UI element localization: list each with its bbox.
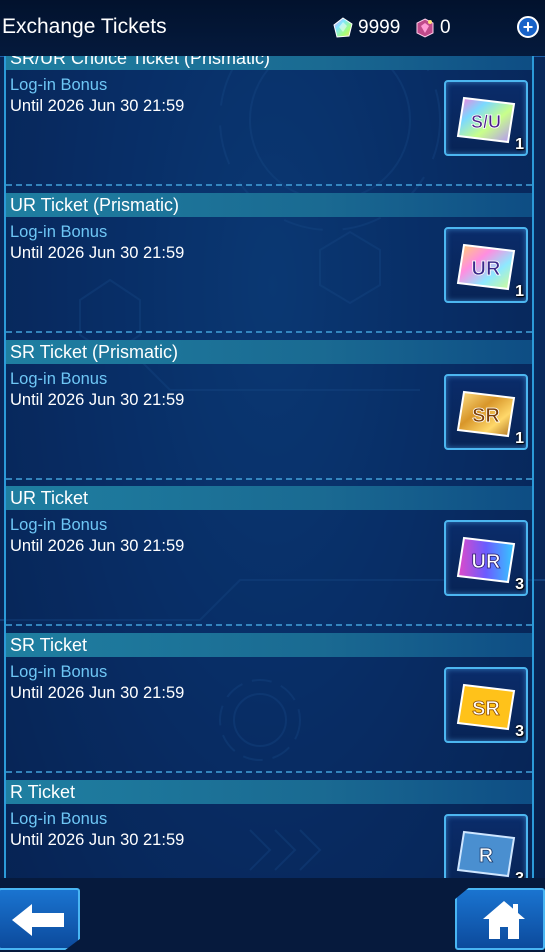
item-source: Log-in Bonus — [10, 663, 108, 682]
item-title: SR Ticket (Prismatic) — [6, 339, 532, 364]
ticket-icon-label: UR — [472, 258, 501, 280]
divider — [6, 330, 532, 333]
item-expiry: Until 2026 Jun 30 21:59 — [10, 243, 185, 262]
rainbow-gem-icon — [333, 17, 353, 38]
list-item[interactable]: SR/UR Choice Ticket (Prismatic) Log-in B… — [6, 56, 532, 193]
gem-balance: 9999 — [332, 17, 400, 39]
list-item[interactable]: UR Ticket (Prismatic) Log-in Bonus Until… — [6, 192, 532, 340]
ticket-icon-label: S/U — [471, 112, 501, 132]
top-bar: Exchange Tickets 9999 0 + — [0, 0, 545, 57]
item-expiry: Until 2026 Jun 30 21:59 — [10, 830, 185, 849]
item-title: SR Ticket — [6, 633, 532, 658]
ticket-quantity: 1 — [515, 136, 524, 153]
home-icon — [483, 901, 525, 939]
item-source: Log-in Bonus — [10, 369, 108, 388]
ticket-count: 0 — [440, 17, 451, 38]
ticket-list-panel[interactable]: SR/UR Choice Ticket (Prismatic) Log-in B… — [4, 56, 534, 878]
plus-icon: + — [522, 17, 534, 37]
ur-ticket-icon: UR — [456, 537, 516, 584]
ticket-quantity: 3 — [515, 723, 524, 741]
ticket-slot[interactable]: S/U 1 — [444, 80, 528, 156]
ticket-quantity: 3 — [515, 870, 524, 878]
item-source: Log-in Bonus — [10, 809, 108, 828]
divider — [6, 477, 532, 480]
ticket-slot[interactable]: UR 1 — [444, 226, 528, 303]
ur-prismatic-ticket-icon: UR — [456, 243, 516, 290]
add-currency-button[interactable]: + — [517, 16, 539, 38]
ticket-quantity: 1 — [515, 282, 524, 300]
list-item[interactable]: UR Ticket Log-in Bonus Until 2026 Jun 30… — [6, 486, 532, 633]
ticket-list: SR/UR Choice Ticket (Prismatic) Log-in B… — [6, 56, 532, 878]
item-expiry: Until 2026 Jun 30 21:59 — [10, 537, 185, 556]
item-source: Log-in Bonus — [10, 76, 108, 94]
sr-ticket-icon: SR — [456, 684, 516, 731]
ticket-icon-label: R — [479, 845, 494, 867]
gem-count: 9999 — [358, 17, 401, 38]
ticket-slot[interactable]: SR 1 — [444, 373, 528, 450]
ticket-quantity: 3 — [515, 576, 524, 594]
item-title: SR/UR Choice Ticket (Prismatic) — [6, 56, 532, 70]
item-expiry: Until 2026 Jun 30 21:59 — [10, 97, 185, 115]
ticket-icon-label: SR — [472, 698, 500, 720]
item-source: Log-in Bonus — [10, 222, 108, 241]
ticket-icon-label: UR — [472, 551, 501, 573]
ticket-slot[interactable]: SR 3 — [444, 667, 528, 744]
item-expiry: Until 2026 Jun 30 21:59 — [10, 684, 185, 703]
ticket-slot[interactable]: R 3 — [444, 813, 528, 878]
item-title: UR Ticket (Prismatic) — [6, 192, 532, 217]
list-item[interactable]: R Ticket Log-in Bonus Until 2026 Jun 30 … — [6, 779, 532, 878]
home-button[interactable] — [455, 888, 545, 950]
divider — [6, 624, 532, 627]
item-source: Log-in Bonus — [10, 516, 108, 535]
page-title: Exchange Tickets — [2, 15, 167, 38]
back-button[interactable] — [0, 888, 80, 950]
sr-prismatic-ticket-icon: SR — [456, 390, 516, 437]
divider — [6, 771, 532, 774]
ticket-slot[interactable]: UR 3 — [444, 520, 528, 597]
back-arrow-icon — [12, 904, 64, 936]
list-item[interactable]: SR Ticket Log-in Bonus Until 2026 Jun 30… — [6, 633, 532, 780]
item-title: R Ticket — [6, 779, 532, 804]
item-expiry: Until 2026 Jun 30 21:59 — [10, 390, 185, 409]
item-title: UR Ticket — [6, 486, 532, 511]
shop-ticket-icon — [416, 18, 434, 38]
ticket-quantity: 1 — [515, 429, 524, 447]
divider — [6, 184, 532, 186]
ticket-balance: 0 — [414, 17, 451, 39]
ticket-icon-label: SR — [472, 405, 500, 427]
list-item[interactable]: SR Ticket (Prismatic) Log-in Bonus Until… — [6, 339, 532, 487]
sr-ur-choice-prismatic-ticket-icon: S/U — [456, 96, 516, 144]
r-ticket-icon: R — [456, 830, 516, 878]
